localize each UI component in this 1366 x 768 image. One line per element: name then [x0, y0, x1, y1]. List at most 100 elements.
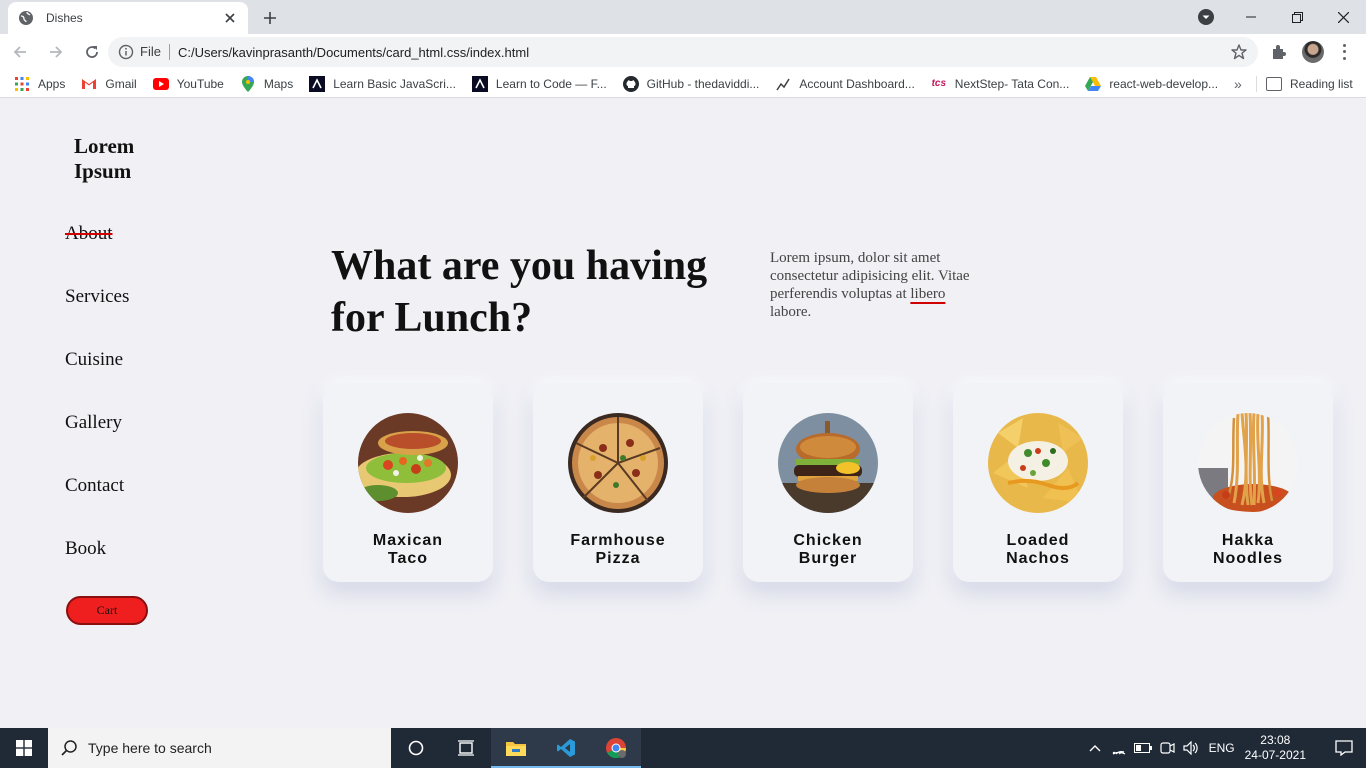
bookmark-label: Maps	[263, 76, 294, 91]
bookmark-label: YouTube	[176, 76, 224, 91]
forward-arrow-icon[interactable]	[40, 36, 72, 68]
blurb-underlined-word: libero	[910, 286, 946, 302]
bookmarks-divider	[1256, 76, 1257, 92]
browser-toolbar: File C:/Users/kavinprasanth/Documents/ca…	[0, 34, 1366, 70]
bookmark-freecodecamp-js[interactable]: Learn Basic JavaScri...	[309, 75, 456, 92]
bookmarks-bar: Apps Gmail YouTube Maps Learn Basic Java…	[0, 70, 1366, 98]
tab-search-icon[interactable]	[1197, 8, 1215, 26]
dish-card-nachos[interactable]: Loaded Nachos	[953, 383, 1123, 582]
bookmark-label: GitHub - thedaviddi...	[646, 76, 760, 91]
freecodecamp-icon	[471, 75, 488, 92]
restore-icon[interactable]	[1274, 0, 1320, 34]
bookmark-youtube[interactable]: YouTube	[152, 76, 224, 92]
apps-grid-icon	[14, 76, 30, 92]
dish-card-pizza[interactable]: Farmhouse Pizza	[533, 383, 703, 582]
dish-title: Farmhouse Pizza	[570, 532, 666, 567]
profile-avatar[interactable]	[1302, 41, 1324, 63]
bookmark-label: Apps	[38, 76, 66, 91]
nachos-image	[988, 413, 1088, 513]
google-drive-icon	[1085, 76, 1102, 92]
bookmark-freecodecamp-learn[interactable]: Learn to Code — F...	[471, 75, 607, 92]
bookmark-account-dashboard[interactable]: Account Dashboard...	[775, 76, 915, 92]
bookmark-label: react-web-develop...	[1109, 76, 1219, 91]
gmail-icon	[81, 76, 97, 92]
task-view-icon[interactable]	[441, 728, 491, 768]
windows-start-icon[interactable]	[0, 728, 48, 768]
bookmark-label: Learn Basic JavaScri...	[333, 76, 456, 91]
bookmark-star-icon[interactable]	[1230, 43, 1248, 61]
bookmark-gmail[interactable]: Gmail	[81, 76, 137, 92]
taskbar-search-box[interactable]: Type here to search	[48, 728, 391, 768]
nav-item-cuisine[interactable]: Cuisine	[65, 348, 129, 411]
info-icon[interactable]	[118, 44, 134, 60]
reading-list-icon	[1266, 77, 1282, 91]
battery-icon[interactable]	[1131, 728, 1155, 768]
bookmark-label: Learn to Code — F...	[495, 76, 607, 91]
extensions-puzzle-icon[interactable]	[1270, 43, 1288, 61]
web-page: Lorem Ipsum About Services Cuisine Galle…	[0, 98, 1366, 728]
bookmarks-overflow-icon[interactable]: »	[1234, 76, 1242, 92]
minimize-icon[interactable]	[1228, 0, 1274, 34]
new-tab-button[interactable]	[258, 6, 282, 30]
url-text[interactable]: C:/Users/kavinprasanth/Documents/card_ht…	[178, 45, 1230, 60]
taskbar-clock[interactable]: 23:08 24-07-2021	[1245, 733, 1306, 763]
browser-tabstrip: Dishes	[0, 0, 1366, 34]
dish-card-taco[interactable]: Maxican Taco	[323, 383, 493, 582]
dish-title: Maxican Taco	[372, 532, 444, 567]
reading-list-button[interactable]: Reading list	[1266, 70, 1353, 98]
clock-date: 24-07-2021	[1244, 748, 1306, 762]
burger-image	[778, 413, 878, 513]
elm-icon	[775, 76, 791, 92]
browser-tab[interactable]: Dishes	[8, 2, 248, 34]
chrome-icon[interactable]	[591, 728, 641, 768]
freecodecamp-icon	[309, 75, 326, 92]
windows-taskbar: Type here to search ENG 23:08 24-07-2021	[0, 728, 1366, 768]
wifi-icon[interactable]	[1107, 728, 1131, 768]
dish-card-burger[interactable]: Chicken Burger	[743, 383, 913, 582]
blurb-end: labore.	[770, 304, 812, 320]
bookmark-label: Account Dashboard...	[799, 76, 915, 91]
nav-item-contact[interactable]: Contact	[65, 474, 129, 537]
dish-title: Loaded Nachos	[1006, 532, 1070, 567]
nav-item-book[interactable]: Book	[65, 537, 129, 600]
noodles-image	[1198, 413, 1298, 513]
meet-now-camera-icon[interactable]	[1155, 728, 1179, 768]
address-bar[interactable]: File C:/Users/kavinprasanth/Documents/ca…	[108, 37, 1258, 67]
youtube-icon	[152, 76, 169, 92]
volume-icon[interactable]	[1179, 728, 1203, 768]
bookmark-github[interactable]: GitHub - thedaviddi...	[622, 75, 760, 92]
file-explorer-icon[interactable]	[491, 728, 541, 768]
reading-list-label: Reading list	[1290, 77, 1353, 91]
dish-title: Hakka Noodles	[1212, 532, 1284, 567]
github-icon	[622, 75, 639, 92]
cortana-icon[interactable]	[391, 728, 441, 768]
tcs-icon: tcs	[931, 78, 947, 89]
close-window-icon[interactable]	[1320, 0, 1366, 34]
site-logo[interactable]: Lorem Ipsum	[74, 134, 154, 184]
menu-kebab-icon[interactable]	[1336, 42, 1352, 62]
taco-image	[358, 413, 458, 513]
file-scheme-label: File	[140, 44, 170, 60]
bookmark-apps[interactable]: Apps	[14, 76, 65, 92]
close-tab-icon[interactable]	[222, 10, 238, 26]
notifications-icon[interactable]	[1322, 728, 1366, 768]
bookmark-maps[interactable]: Maps	[240, 75, 294, 92]
show-hidden-icons-chevron-icon[interactable]	[1083, 728, 1107, 768]
nav-item-services[interactable]: Services	[65, 285, 129, 348]
vscode-icon[interactable]	[541, 728, 591, 768]
pizza-image	[568, 413, 668, 513]
window-controls	[1228, 0, 1366, 34]
search-icon	[61, 740, 77, 756]
bookmark-react-web[interactable]: react-web-develop...	[1085, 76, 1218, 92]
nav-item-about[interactable]: About	[65, 222, 129, 285]
reload-icon[interactable]	[76, 36, 108, 68]
bookmark-nextstep[interactable]: tcs NextStep- Tata Con...	[931, 76, 1070, 92]
input-language[interactable]: ENG	[1209, 741, 1235, 755]
cart-button[interactable]: Cart	[66, 596, 148, 625]
back-arrow-icon[interactable]	[4, 36, 36, 68]
maps-pin-icon	[240, 75, 256, 92]
tab-title: Dishes	[46, 11, 83, 25]
system-tray: ENG 23:08 24-07-2021	[1083, 728, 1366, 768]
dish-card-noodles[interactable]: Hakka Noodles	[1163, 383, 1333, 582]
nav-item-gallery[interactable]: Gallery	[65, 411, 129, 474]
